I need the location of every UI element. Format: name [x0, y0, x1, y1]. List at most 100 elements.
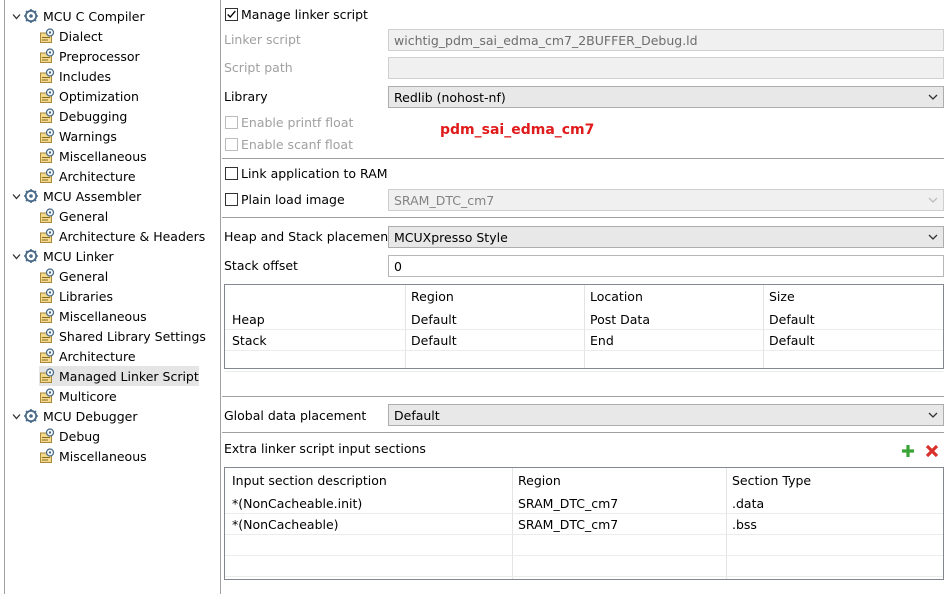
- table-cell[interactable]: End: [590, 333, 614, 348]
- tree-item[interactable]: General: [39, 206, 108, 226]
- add-icon[interactable]: [901, 444, 915, 458]
- table-cell[interactable]: SRAM_DTC_cm7: [518, 496, 618, 511]
- script-path-field[interactable]: [388, 57, 944, 79]
- tree-item[interactable]: Dialect: [39, 26, 103, 46]
- settings-page-icon: [39, 68, 55, 84]
- link-app-to-ram-label: Link application to RAM: [241, 166, 388, 181]
- plain-load-image-dropdown[interactable]: SRAM_DTC_cm7: [388, 189, 944, 211]
- library-value: Redlib (nohost-nf): [394, 89, 506, 105]
- tree-item[interactable]: Miscellaneous: [39, 446, 147, 466]
- chevron-down-icon[interactable]: [9, 406, 23, 426]
- manage-linker-script-checkbox[interactable]: [225, 8, 238, 21]
- chevron-down-icon[interactable]: [9, 186, 23, 206]
- tree-item-label: Dialect: [59, 28, 103, 44]
- column-divider: [763, 285, 764, 368]
- stack-offset-label: Stack offset: [224, 258, 298, 273]
- plain-load-image-checkbox[interactable]: [225, 193, 238, 206]
- column-header[interactable]: Input section description: [232, 473, 387, 488]
- enable-scanf-float-checkbox[interactable]: [225, 138, 238, 151]
- row-divider: [225, 534, 943, 535]
- library-label: Library: [224, 89, 268, 104]
- tree-item[interactable]: Architecture: [39, 346, 136, 366]
- tree-item[interactable]: MCU C Compiler: [9, 6, 145, 26]
- tree-item[interactable]: Miscellaneous: [39, 306, 147, 326]
- settings-page-icon: [39, 28, 55, 44]
- column-header[interactable]: Region: [518, 473, 561, 488]
- settings-gear-icon: [23, 408, 39, 424]
- table-cell[interactable]: Default: [411, 312, 457, 327]
- tree-item[interactable]: Includes: [39, 66, 111, 86]
- settings-page-icon: [39, 368, 55, 384]
- heap-stack-placement-dropdown[interactable]: MCUXpresso Style: [388, 226, 944, 248]
- enable-printf-float-checkbox[interactable]: [225, 116, 238, 129]
- chevron-down-icon[interactable]: [9, 246, 23, 266]
- settings-page-icon: [39, 308, 55, 324]
- plain-load-image-value: SRAM_DTC_cm7: [394, 192, 495, 208]
- tree-item-label: Architecture & Headers: [59, 228, 206, 244]
- table-cell[interactable]: SRAM_DTC_cm7: [518, 517, 618, 532]
- script-path-label: Script path: [224, 60, 293, 75]
- tree-item[interactable]: General: [39, 266, 108, 286]
- chevron-down-icon[interactable]: [9, 6, 23, 26]
- input-sections-table[interactable]: Input section description Region Section T…: [224, 467, 944, 580]
- table-cell[interactable]: Stack: [232, 333, 267, 348]
- tree-item[interactable]: Preprocessor: [39, 46, 140, 66]
- tree-item-label: MCU Debugger: [43, 408, 138, 424]
- table-cell[interactable]: .data: [732, 496, 764, 511]
- table-cell[interactable]: *(NonCacheable): [232, 517, 339, 532]
- tree-item[interactable]: MCU Debugger: [9, 406, 138, 426]
- settings-tree[interactable]: MCU C Compiler Dialect Preprocessor Include…: [4, 0, 221, 594]
- settings-page-icon: [39, 208, 55, 224]
- tree-item[interactable]: MCU Assembler: [9, 186, 141, 206]
- library-dropdown[interactable]: Redlib (nohost-nf): [388, 86, 944, 108]
- enable-scanf-float-label: Enable scanf float: [241, 137, 353, 152]
- settings-page-icon: [39, 48, 55, 64]
- settings-page-icon: [39, 288, 55, 304]
- manage-linker-script-label: Manage linker script: [241, 7, 368, 22]
- extra-sections-label: Extra linker script input sections: [224, 441, 426, 456]
- tree-item[interactable]: Shared Library Settings: [39, 326, 206, 346]
- check-mark-icon: [227, 10, 236, 19]
- column-divider: [512, 468, 513, 579]
- separator: [222, 217, 944, 218]
- tree-item[interactable]: Warnings: [39, 126, 117, 146]
- column-header[interactable]: Location: [590, 289, 643, 304]
- stack-offset-field[interactable]: 0: [388, 255, 944, 277]
- tree-item[interactable]: Debugging: [39, 106, 127, 126]
- table-cell[interactable]: Default: [769, 312, 815, 327]
- link-app-to-ram-checkbox[interactable]: [225, 167, 238, 180]
- table-cell[interactable]: Default: [411, 333, 457, 348]
- linker-script-field[interactable]: wichtig_pdm_sai_edma_cm7_2BUFFER_Debug.l…: [388, 29, 944, 51]
- tree-item[interactable]: Managed Linker Script: [39, 366, 199, 386]
- global-data-placement-dropdown[interactable]: Default: [388, 404, 944, 426]
- heap-stack-table[interactable]: Region Location Size Heap Default Post Data De…: [224, 284, 944, 372]
- column-header[interactable]: Size: [769, 289, 795, 304]
- settings-page-icon: [39, 388, 55, 404]
- table-cell[interactable]: Default: [769, 333, 815, 348]
- tree-item[interactable]: MCU Linker: [9, 246, 114, 266]
- separator: [222, 396, 944, 397]
- table-cell[interactable]: Post Data: [590, 312, 650, 327]
- row-divider: [225, 329, 943, 330]
- tree-item-label: Libraries: [59, 288, 113, 304]
- settings-page-icon: [39, 428, 55, 444]
- remove-icon[interactable]: [925, 444, 939, 458]
- tree-item-label: Miscellaneous: [59, 148, 147, 164]
- table-cell[interactable]: *(NonCacheable.init): [232, 496, 362, 511]
- column-header[interactable]: Region: [411, 289, 454, 304]
- tree-item[interactable]: Multicore: [39, 386, 117, 406]
- row-divider: [225, 350, 943, 351]
- tree-item[interactable]: Optimization: [39, 86, 139, 106]
- tree-item-label: Multicore: [59, 388, 117, 404]
- tree-item[interactable]: Libraries: [39, 286, 113, 306]
- column-header[interactable]: Section Type: [732, 473, 811, 488]
- table-cell[interactable]: Heap: [232, 312, 265, 327]
- tree-item[interactable]: Architecture: [39, 166, 136, 186]
- global-data-placement-value: Default: [394, 407, 440, 423]
- table-cell[interactable]: .bss: [732, 517, 757, 532]
- settings-gear-icon: [23, 188, 39, 204]
- tree-item[interactable]: Miscellaneous: [39, 146, 147, 166]
- tree-item-label: Miscellaneous: [59, 448, 147, 464]
- tree-item[interactable]: Architecture & Headers: [39, 226, 205, 246]
- tree-item[interactable]: Debug: [39, 426, 100, 446]
